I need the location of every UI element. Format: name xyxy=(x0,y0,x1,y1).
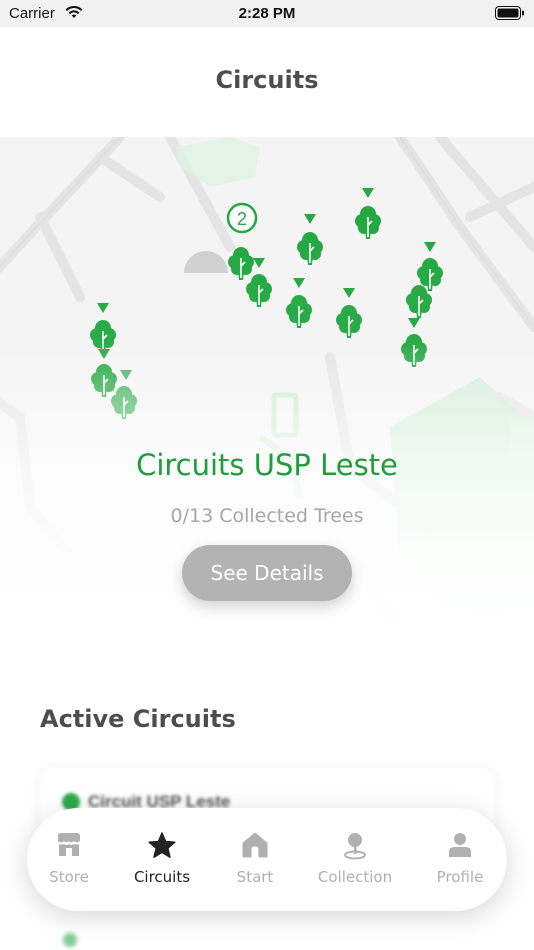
clock: 2:28 PM xyxy=(238,5,296,22)
status-bar: Carrier 2:28 PM xyxy=(0,0,534,27)
tab-label: Profile xyxy=(436,868,484,886)
circuit-status-dot xyxy=(63,933,77,947)
tab-bar: Store Circuits Start Collection Profile xyxy=(27,808,507,911)
tab-circuits[interactable]: Circuits xyxy=(114,808,210,911)
tab-label: Start xyxy=(236,868,274,886)
circuit-card-peek[interactable] xyxy=(55,925,355,950)
tab-profile[interactable]: Profile xyxy=(412,808,508,911)
featured-circuit-name: Circuits USP Leste xyxy=(136,448,398,482)
see-details-button[interactable]: See Details xyxy=(182,545,352,601)
store-icon xyxy=(21,832,117,860)
tab-label: Circuits xyxy=(133,868,191,886)
tab-label: Store xyxy=(49,868,89,886)
star-icon xyxy=(114,832,210,860)
battery-icon xyxy=(495,6,525,25)
page-title: Circuits xyxy=(215,66,319,94)
active-circuits-heading: Active Circuits xyxy=(40,705,236,733)
home-icon xyxy=(207,832,303,860)
person-icon xyxy=(412,832,508,860)
map-pin-icon xyxy=(307,832,403,860)
tab-store[interactable]: Store xyxy=(21,808,117,911)
tab-start[interactable]: Start xyxy=(207,808,303,911)
tab-label: Collection xyxy=(317,868,393,886)
collected-trees-count: 0/13 Collected Trees xyxy=(170,505,364,527)
tab-collection[interactable]: Collection xyxy=(307,808,403,911)
